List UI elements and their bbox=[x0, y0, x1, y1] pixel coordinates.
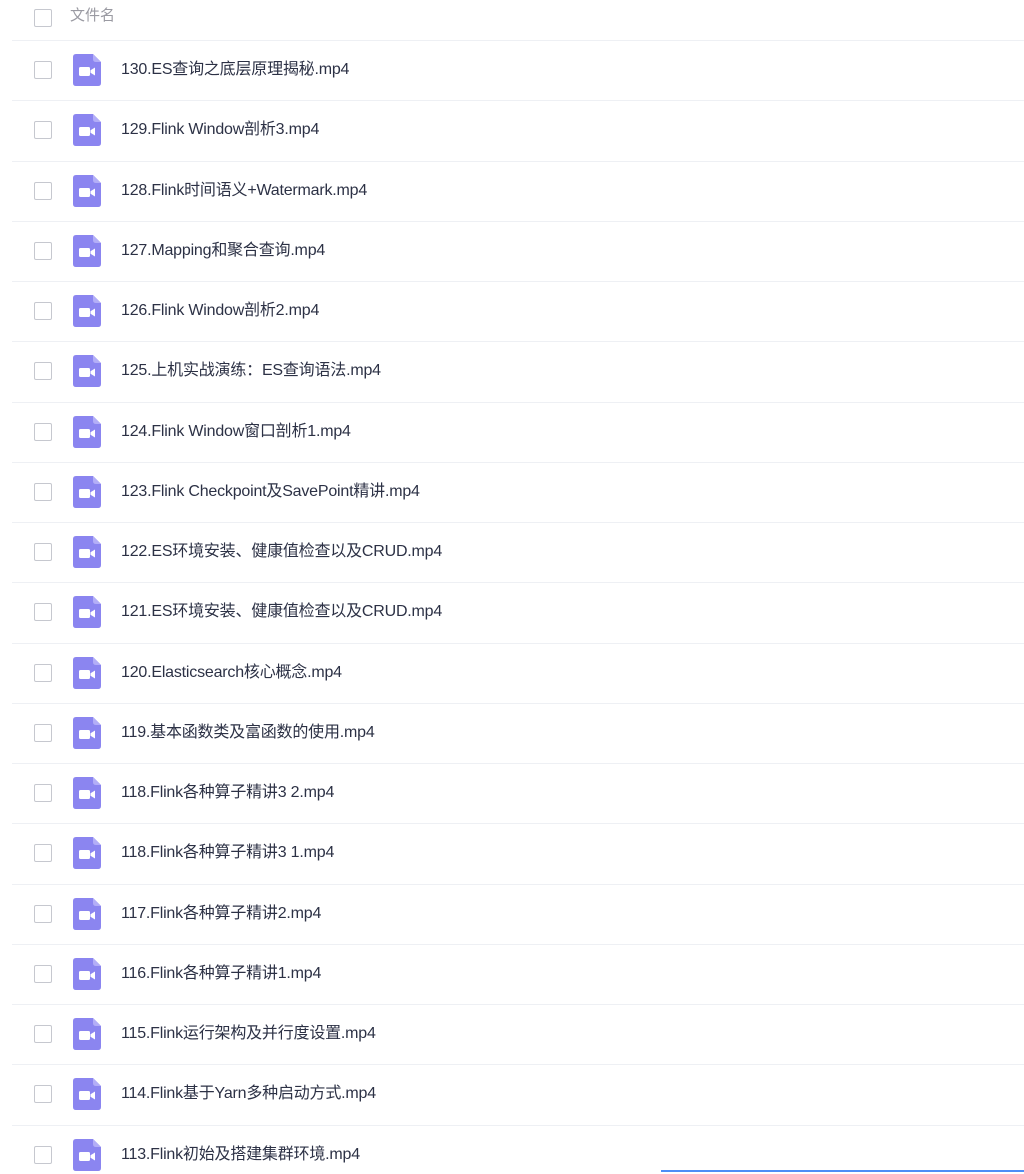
file-row-checkbox[interactable] bbox=[34, 964, 52, 983]
file-row[interactable]: 119.基本函数类及富函数的使用.mp4 bbox=[0, 704, 1024, 765]
video-file-icon bbox=[73, 1138, 101, 1171]
file-name[interactable]: 124.Flink Window窗口剖析1.mp4 bbox=[121, 422, 351, 442]
file-name[interactable]: 118.Flink各种算子精讲3 1.mp4 bbox=[121, 843, 334, 863]
file-row-checkbox[interactable] bbox=[34, 844, 52, 863]
video-file-icon bbox=[73, 355, 101, 388]
file-row[interactable]: 113.Flink初始及搭建集群环境.mp4 bbox=[0, 1126, 1024, 1174]
video-file-icon bbox=[73, 837, 101, 870]
file-row-checkbox[interactable] bbox=[34, 723, 52, 742]
file-name[interactable]: 129.Flink Window剖析3.mp4 bbox=[121, 120, 319, 140]
video-file-icon bbox=[73, 415, 101, 448]
file-row[interactable]: 115.Flink运行架构及并行度设置.mp4 bbox=[0, 1005, 1024, 1066]
file-row[interactable]: 130.ES查询之底层原理揭秘.mp4 bbox=[0, 41, 1024, 102]
filename-column-header[interactable]: 文件名 bbox=[70, 5, 115, 25]
file-row[interactable]: 128.Flink时间语义+Watermark.mp4 bbox=[0, 162, 1024, 223]
file-name[interactable]: 116.Flink各种算子精讲1.mp4 bbox=[121, 964, 321, 984]
file-row[interactable]: 122.ES环境安装、健康值检查以及CRUD.mp4 bbox=[0, 523, 1024, 584]
file-row[interactable]: 118.Flink各种算子精讲3 1.mp4 bbox=[0, 824, 1024, 885]
select-all-checkbox[interactable] bbox=[34, 9, 52, 27]
video-file-icon bbox=[73, 716, 101, 749]
video-file-icon bbox=[73, 957, 101, 990]
file-name[interactable]: 123.Flink Checkpoint及SavePoint精讲.mp4 bbox=[121, 482, 420, 502]
file-row-checkbox[interactable] bbox=[34, 482, 52, 501]
file-name[interactable]: 120.Elasticsearch核心概念.mp4 bbox=[121, 663, 342, 683]
file-name[interactable]: 127.Mapping和聚合查询.mp4 bbox=[121, 241, 325, 261]
file-row[interactable]: 117.Flink各种算子精讲2.mp4 bbox=[0, 885, 1024, 946]
file-name[interactable]: 114.Flink基于Yarn多种启动方式.mp4 bbox=[121, 1084, 376, 1104]
file-row[interactable]: 125.上机实战演练：ES查询语法.mp4 bbox=[0, 342, 1024, 403]
file-row[interactable]: 114.Flink基于Yarn多种启动方式.mp4 bbox=[0, 1065, 1024, 1126]
file-row-checkbox[interactable] bbox=[34, 1085, 52, 1104]
file-row-checkbox[interactable] bbox=[34, 121, 52, 140]
file-name[interactable]: 126.Flink Window剖析2.mp4 bbox=[121, 301, 319, 321]
video-file-icon bbox=[73, 295, 101, 327]
file-row[interactable]: 123.Flink Checkpoint及SavePoint精讲.mp4 bbox=[0, 463, 1024, 524]
file-row[interactable]: 118.Flink各种算子精讲3 2.mp4 bbox=[0, 764, 1024, 825]
file-name[interactable]: 128.Flink时间语义+Watermark.mp4 bbox=[121, 181, 367, 201]
file-row-checkbox[interactable] bbox=[34, 904, 52, 923]
file-browser: 文件名 130.ES查询之底层原理揭秘.mp4 129.Flink Window剖… bbox=[0, 0, 1024, 1174]
file-name[interactable]: 113.Flink初始及搭建集群环境.mp4 bbox=[121, 1145, 360, 1165]
file-row[interactable]: 120.Elasticsearch核心概念.mp4 bbox=[0, 644, 1024, 705]
video-file-icon bbox=[73, 1078, 101, 1111]
file-name[interactable]: 130.ES查询之底层原理揭秘.mp4 bbox=[121, 60, 349, 80]
file-row-checkbox[interactable] bbox=[34, 784, 52, 802]
file-name[interactable]: 118.Flink各种算子精讲3 2.mp4 bbox=[121, 783, 334, 803]
file-row-checkbox[interactable] bbox=[34, 663, 52, 682]
video-file-icon bbox=[73, 596, 101, 629]
file-row[interactable]: 126.Flink Window剖析2.mp4 bbox=[0, 282, 1024, 343]
file-name[interactable]: 115.Flink运行架构及并行度设置.mp4 bbox=[121, 1024, 376, 1044]
video-file-icon bbox=[73, 54, 101, 86]
accent-bar bbox=[661, 1170, 1024, 1172]
video-file-icon bbox=[73, 475, 101, 508]
file-row-checkbox[interactable] bbox=[34, 362, 52, 381]
video-file-icon bbox=[73, 174, 101, 207]
video-file-icon bbox=[73, 897, 101, 930]
video-file-icon bbox=[73, 114, 101, 147]
file-name[interactable]: 117.Flink各种算子精讲2.mp4 bbox=[121, 904, 321, 924]
video-file-icon bbox=[73, 656, 101, 689]
file-name[interactable]: 121.ES环境安装、健康值检查以及CRUD.mp4 bbox=[121, 602, 442, 622]
video-file-icon bbox=[73, 777, 101, 809]
video-file-icon bbox=[73, 1018, 101, 1050]
file-row-checkbox[interactable] bbox=[34, 241, 52, 260]
file-row-checkbox[interactable] bbox=[34, 181, 52, 200]
file-row[interactable]: 124.Flink Window窗口剖析1.mp4 bbox=[0, 403, 1024, 464]
file-row-checkbox[interactable] bbox=[34, 302, 52, 320]
video-file-icon bbox=[73, 536, 101, 568]
file-row-checkbox[interactable] bbox=[34, 422, 52, 441]
file-name[interactable]: 119.基本函数类及富函数的使用.mp4 bbox=[121, 723, 375, 743]
file-name[interactable]: 125.上机实战演练：ES查询语法.mp4 bbox=[121, 361, 381, 381]
file-row[interactable]: 127.Mapping和聚合查询.mp4 bbox=[0, 222, 1024, 283]
file-list: 130.ES查询之底层原理揭秘.mp4 129.Flink Window剖析3.m… bbox=[0, 41, 1024, 1174]
file-list-header: 文件名 bbox=[0, 0, 1024, 40]
file-row[interactable]: 121.ES环境安装、健康值检查以及CRUD.mp4 bbox=[0, 583, 1024, 644]
file-name[interactable]: 122.ES环境安装、健康值检查以及CRUD.mp4 bbox=[121, 542, 442, 562]
file-row-checkbox[interactable] bbox=[34, 1145, 52, 1164]
file-row[interactable]: 129.Flink Window剖析3.mp4 bbox=[0, 101, 1024, 162]
file-row-checkbox[interactable] bbox=[34, 603, 52, 622]
file-row-checkbox[interactable] bbox=[34, 61, 52, 79]
file-row[interactable]: 116.Flink各种算子精讲1.mp4 bbox=[0, 945, 1024, 1006]
file-row-checkbox[interactable] bbox=[34, 543, 52, 561]
video-file-icon bbox=[73, 234, 101, 267]
file-row-checkbox[interactable] bbox=[34, 1025, 52, 1043]
